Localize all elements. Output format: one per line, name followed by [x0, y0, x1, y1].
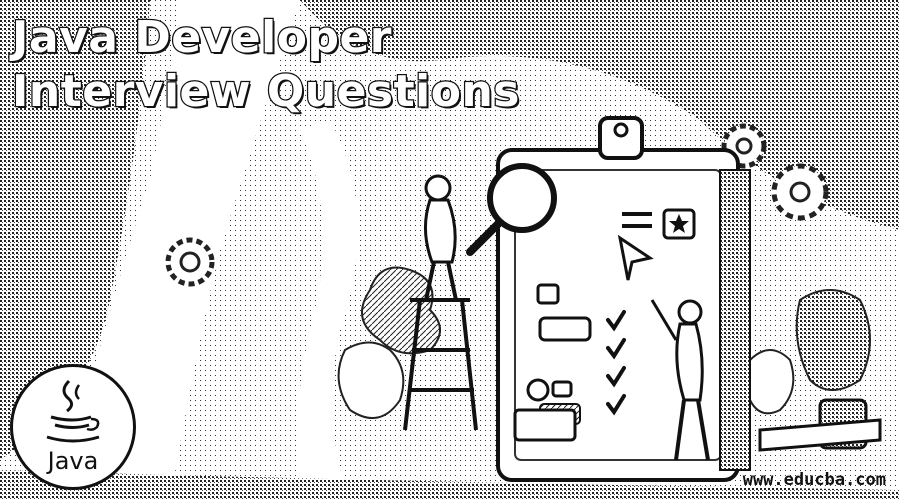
website-url: www.educba.com	[742, 470, 886, 490]
java-logo-label: Java	[47, 447, 99, 475]
java-logo-badge: Java	[10, 364, 136, 490]
headline-line-1: Java Developer	[11, 12, 393, 63]
headline-line-2: Interview Questions	[11, 66, 521, 117]
banner: Java Developer Interview Questions Java …	[0, 0, 900, 500]
java-coffee-cup-icon	[46, 379, 100, 443]
